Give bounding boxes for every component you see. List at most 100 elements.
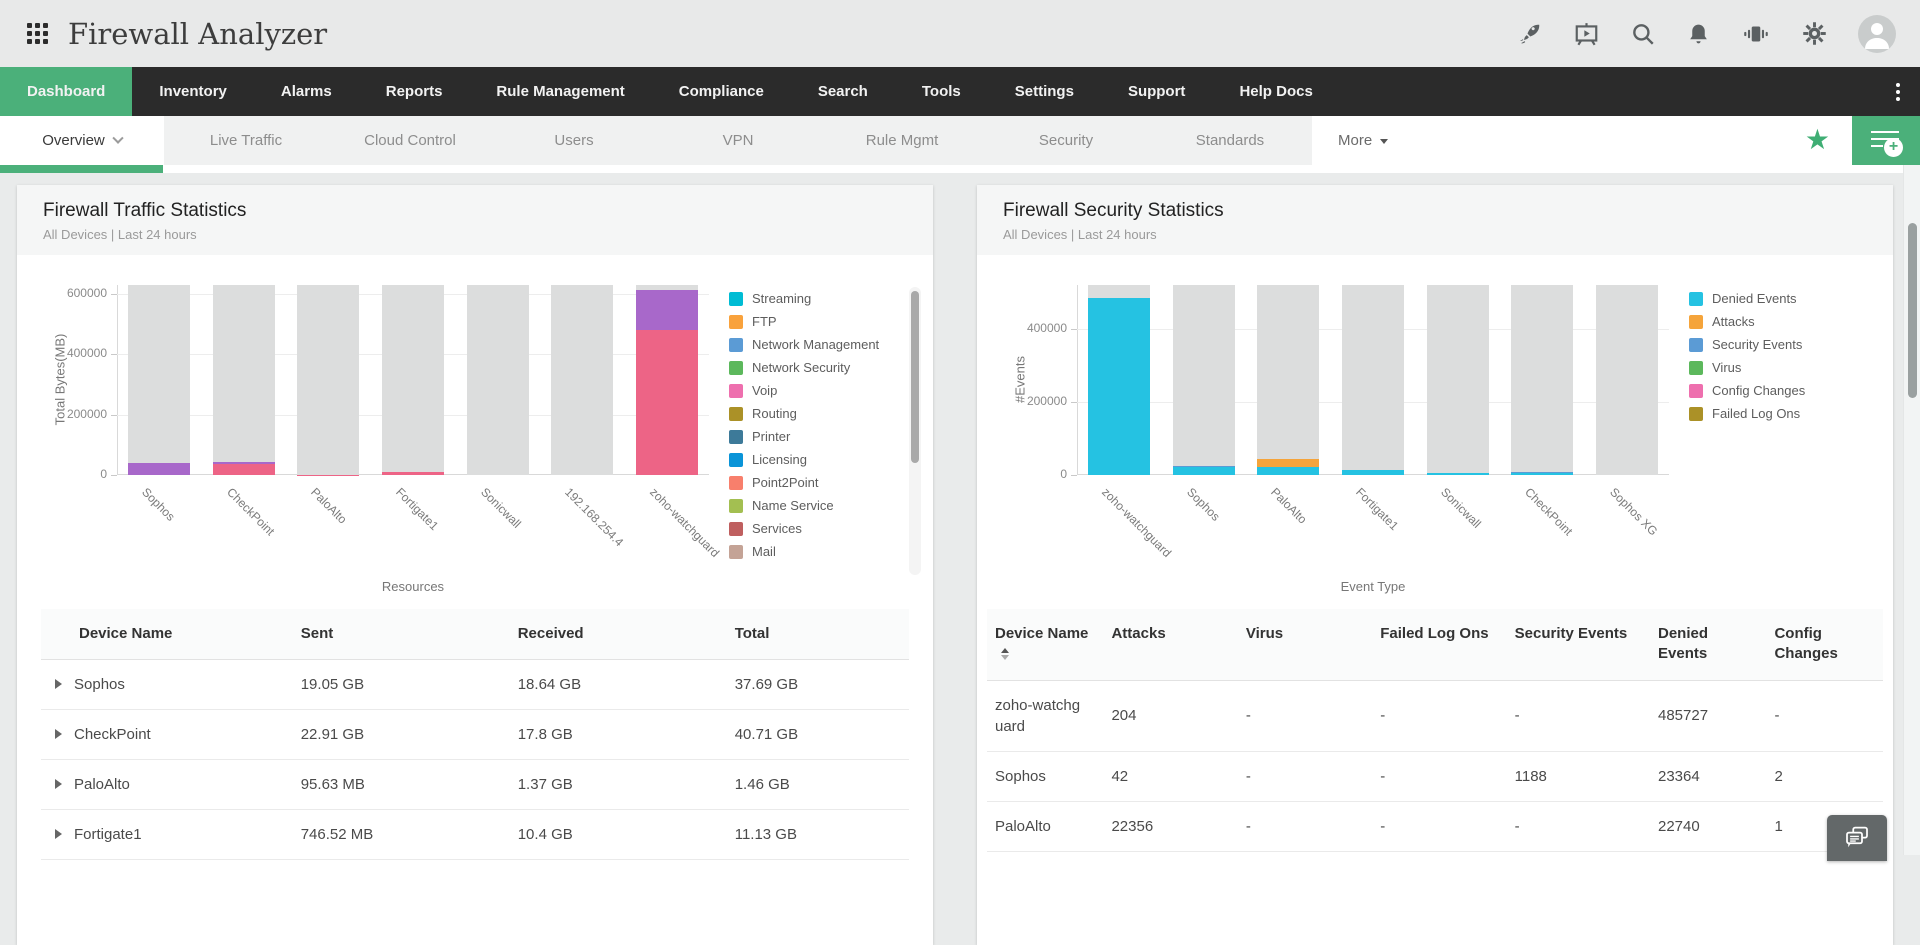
nav-item-settings[interactable]: Settings [988,67,1101,116]
legend-label: Routing [752,406,797,421]
legend-swatch [729,315,743,329]
cell-value: - [1380,707,1385,724]
legend-item-failed-log-ons[interactable]: Failed Log Ons [1689,402,1875,425]
subnav-tab-standards[interactable]: Standards [1148,116,1312,165]
legend-scrollbar-thumb[interactable] [911,291,919,463]
nav-item-support[interactable]: Support [1101,67,1213,116]
legend-item-denied-events[interactable]: Denied Events [1689,287,1875,310]
column-header-failed-log-ons[interactable]: Failed Log Ons [1372,609,1506,680]
nav-item-inventory[interactable]: Inventory [132,67,254,116]
nav-item-compliance[interactable]: Compliance [652,67,791,116]
nav-item-dashboard[interactable]: Dashboard [0,67,132,116]
legend-swatch [729,407,743,421]
table-row-paloalto[interactable]: PaloAlto95.63 MB1.37 GB1.46 GB [41,760,909,810]
bar-segment-sophos-traffic-upper-segment[interactable] [128,463,190,475]
cell-device: PaloAlto [41,760,293,810]
table-row-fortigate1[interactable]: Fortigate1746.52 MB10.4 GB11.13 GB [41,810,909,860]
y-tick-label: 400000 [977,321,1067,335]
nav-item-reports[interactable]: Reports [359,67,470,116]
cell-value: 1 [1774,818,1782,835]
nav-item-search[interactable]: Search [791,67,895,116]
bar-segment-checkpoint-security-events[interactable] [1511,472,1573,473]
bar-segment-paloalto-attacks[interactable] [1257,459,1319,467]
subnav-more-dropdown[interactable]: More [1338,132,1388,149]
apps-grid-icon[interactable] [27,23,48,44]
legend-item-config-changes[interactable]: Config Changes [1689,379,1875,402]
legend-item-printer[interactable]: Printer [729,425,915,448]
bar-segment-sophos-denied-events[interactable] [1173,466,1235,475]
bar-background-paloalto [1257,285,1319,475]
nav-item-alarms[interactable]: Alarms [254,67,359,116]
presentation-icon[interactable] [1573,21,1600,47]
legend-item-licensing[interactable]: Licensing [729,448,915,471]
column-header-label: Denied Events [1658,625,1708,662]
bar-segment-paloalto-denied-events[interactable] [1257,467,1319,475]
legend-item-services[interactable]: Services [729,517,915,540]
bar-background-192-168-254-4 [551,285,613,475]
page-scrollbar-thumb[interactable] [1908,223,1917,398]
subnav-tab-rule-mgmt[interactable]: Rule Mgmt [820,116,984,165]
legend-item-routing[interactable]: Routing [729,402,915,425]
expand-row-icon[interactable] [55,829,62,839]
sort-icon[interactable] [1001,644,1009,664]
subnav-tab-users[interactable]: Users [492,116,656,165]
subnav-tab-live-traffic[interactable]: Live Traffic [164,116,328,165]
column-header-virus[interactable]: Virus [1238,609,1372,680]
bar-segment-checkpoint-denied-events[interactable] [1511,473,1573,475]
legend-swatch [729,453,743,467]
table-row-paloalto[interactable]: PaloAlto22356---227401 [987,801,1883,851]
column-header-config-changes[interactable]: Config Changes [1766,609,1883,680]
search-icon[interactable] [1630,21,1656,47]
bar-segment-sonicwall-denied-events[interactable] [1427,473,1489,475]
cell-virus: - [1238,680,1372,751]
y-tick-label: 200000 [977,394,1067,408]
settings-gear-icon[interactable] [1801,20,1828,47]
subnav-tab-vpn[interactable]: VPN [656,116,820,165]
bar-segment-zoho-watchguard-traffic-upper-segment[interactable] [636,290,698,331]
devices-icon[interactable] [1741,21,1771,47]
expand-row-icon[interactable] [55,729,62,739]
cell-value: 40.71 GB [735,726,798,743]
column-header-label: Config Changes [1774,625,1837,662]
nav-item-tools[interactable]: Tools [895,67,988,116]
column-header-security-events[interactable]: Security Events [1507,609,1650,680]
bar-segment-fortigate1-denied-events[interactable] [1342,470,1404,475]
bar-segment-fortigate1-traffic-lower-segment[interactable] [382,472,444,475]
expand-row-icon[interactable] [55,679,62,689]
notifications-bell-icon[interactable] [1686,21,1711,47]
legend-item-network-management[interactable]: Network Management [729,333,915,356]
subnav-tab-security[interactable]: Security [984,116,1148,165]
legend-item-ftp[interactable]: FTP [729,310,915,333]
legend-item-virus[interactable]: Virus [1689,356,1875,379]
legend-item-voip[interactable]: Voip [729,379,915,402]
nav-item-rule-management[interactable]: Rule Management [469,67,651,116]
chat-feedback-button[interactable] [1827,815,1887,861]
expand-row-icon[interactable] [55,779,62,789]
subnav-tab-overview[interactable]: Overview [0,116,164,165]
user-avatar[interactable] [1858,15,1896,53]
column-header-attacks[interactable]: Attacks [1103,609,1237,680]
table-row-zoho-watchguard[interactable]: zoho-watchguard204---485727- [987,680,1883,751]
column-header-denied-events[interactable]: Denied Events [1650,609,1766,680]
add-dashboard-button[interactable]: + [1852,116,1920,165]
subnav-tab-cloud-control[interactable]: Cloud Control [328,116,492,165]
bar-segment-zoho-watchguard-denied-events[interactable] [1088,298,1150,475]
legend-item-name-service[interactable]: Name Service [729,494,915,517]
nav-item-help-docs[interactable]: Help Docs [1212,67,1339,116]
table-row-checkpoint[interactable]: CheckPoint22.91 GB17.8 GB40.71 GB [41,710,909,760]
table-row-sophos[interactable]: Sophos19.05 GB18.64 GB37.69 GB [41,660,909,710]
legend-item-security-events[interactable]: Security Events [1689,333,1875,356]
rocket-icon[interactable] [1517,21,1543,47]
legend-item-streaming[interactable]: Streaming [729,287,915,310]
kebab-menu-icon[interactable] [1876,67,1920,116]
table-row-sophos[interactable]: Sophos42--1188233642 [987,751,1883,801]
column-header-device-name[interactable]: Device Name [987,609,1103,680]
legend-item-network-security[interactable]: Network Security [729,356,915,379]
bar-segment-checkpoint-traffic-upper-segment[interactable] [213,462,275,464]
legend-item-point2point[interactable]: Point2Point [729,471,915,494]
legend-item-mail[interactable]: Mail [729,540,915,563]
favorite-star-icon[interactable]: ★ [1805,116,1830,165]
bar-segment-checkpoint-traffic-lower-segment[interactable] [213,464,275,475]
legend-item-attacks[interactable]: Attacks [1689,310,1875,333]
bar-segment-zoho-watchguard-traffic-lower-segment[interactable] [636,330,698,475]
